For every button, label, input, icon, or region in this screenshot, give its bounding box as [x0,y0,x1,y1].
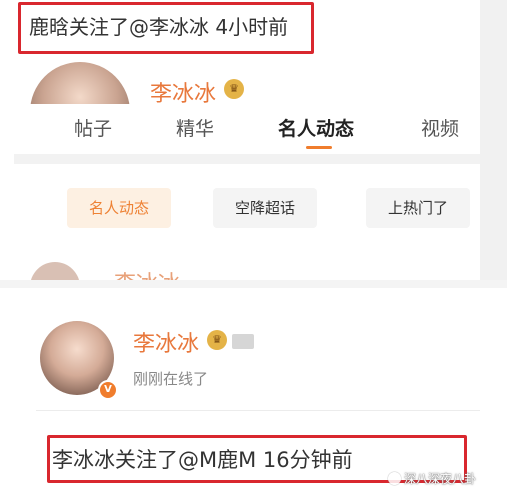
watermark-text: 深八深夜八卦 [404,472,477,486]
list-item[interactable]: 李冰冰 [30,262,230,280]
crown-badge-icon: ♛ [207,330,227,350]
tab-video[interactable]: 视频 [421,114,459,141]
right-edge-bar [480,0,507,280]
tab-divider [14,154,480,164]
level-badge-icon [232,334,254,349]
follow-notice-top: 鹿晗关注了@李冰冰 4小时前 [18,2,314,54]
user-name[interactable]: 李冰冰 [133,326,199,358]
tab-bar: 帖子 精华 名人动态 视频 [14,104,480,154]
user-name: 李冰冰 [114,266,180,280]
tab-essence[interactable]: 精华 [176,114,214,141]
filter-chip-celebrity-updates[interactable]: 名人动态 [67,188,171,228]
watermark-logo-icon [388,472,401,485]
filter-chip-airdrop[interactable]: 空降超话 [213,188,317,228]
verified-badge-icon: V [98,380,118,400]
avatar [30,262,80,280]
divider [36,410,480,411]
watermark: 深八深夜八卦 [388,470,476,487]
tab-celebrity-updates[interactable]: 名人动态 [278,114,354,141]
tab-posts[interactable]: 帖子 [74,114,112,141]
crown-badge-icon: ♛ [224,79,244,99]
online-status: 刚刚在线了 [133,370,209,388]
active-tab-indicator [306,146,332,149]
filter-chip-trending[interactable]: 上热门了 [366,188,470,228]
